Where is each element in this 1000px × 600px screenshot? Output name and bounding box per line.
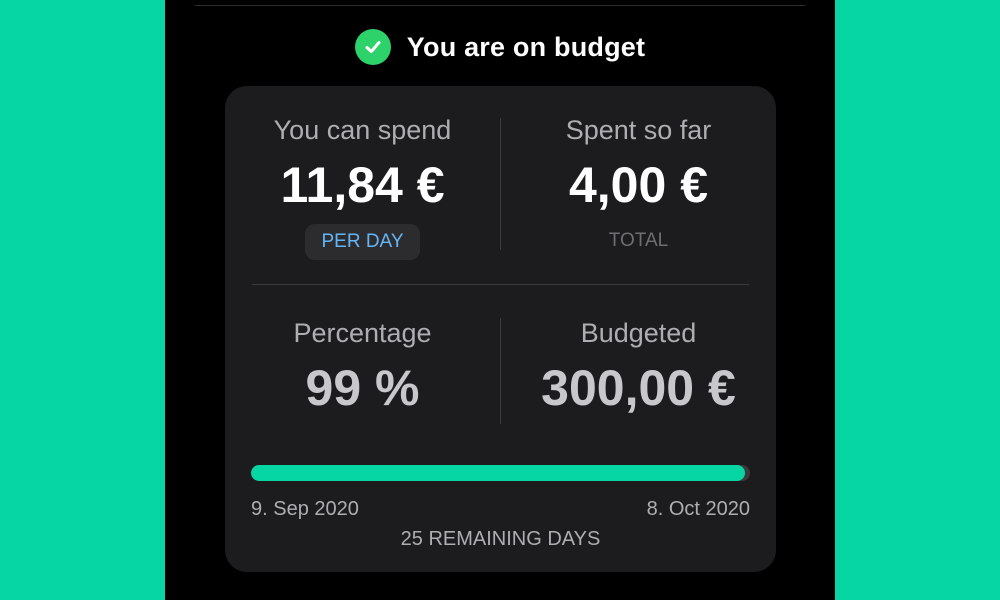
percentage-label: Percentage (293, 318, 432, 348)
budget-status-text: You are on budget (406, 31, 646, 62)
budget-summary-card: You can spend 11,84 € PER DAY Spent so f… (225, 86, 776, 572)
app-screen: You are on budget You can spend 11,84 € … (165, 0, 835, 600)
percentage-cell: Percentage 99 % (225, 317, 500, 417)
top-divider (195, 5, 805, 6)
spent-so-far-label: Spent so far (565, 115, 712, 145)
percentage-value: 99 % (305, 360, 420, 416)
budgeted-cell: Budgeted 300,00 € (501, 317, 776, 417)
checkmark-circle-icon (354, 29, 391, 65)
can-spend-value: 11,84 € (280, 157, 445, 213)
budgeted-value: 300,00 € (541, 360, 736, 416)
budget-status: You are on budget (165, 28, 835, 66)
budgeted-label: Budgeted (580, 318, 697, 348)
can-spend-cell: You can spend 11,84 € PER DAY (225, 114, 500, 260)
can-spend-label: You can spend (273, 115, 452, 145)
period-progress-fill (251, 465, 745, 481)
remaining-days: 25 REMAINING DAYS (400, 528, 601, 550)
checkmark-glyph-icon (365, 41, 381, 53)
period-progress-bar (251, 465, 750, 481)
horizontal-divider (252, 284, 749, 285)
period-end-date: 8. Oct 2020 (646, 498, 750, 520)
period-start-date: 9. Sep 2020 (251, 498, 359, 520)
total-label: TOTAL (608, 230, 669, 251)
per-day-badge[interactable]: PER DAY (305, 224, 420, 260)
spent-so-far-value: 4,00 € (568, 157, 708, 213)
spent-so-far-cell: Spent so far 4,00 € TOTAL (501, 114, 776, 254)
